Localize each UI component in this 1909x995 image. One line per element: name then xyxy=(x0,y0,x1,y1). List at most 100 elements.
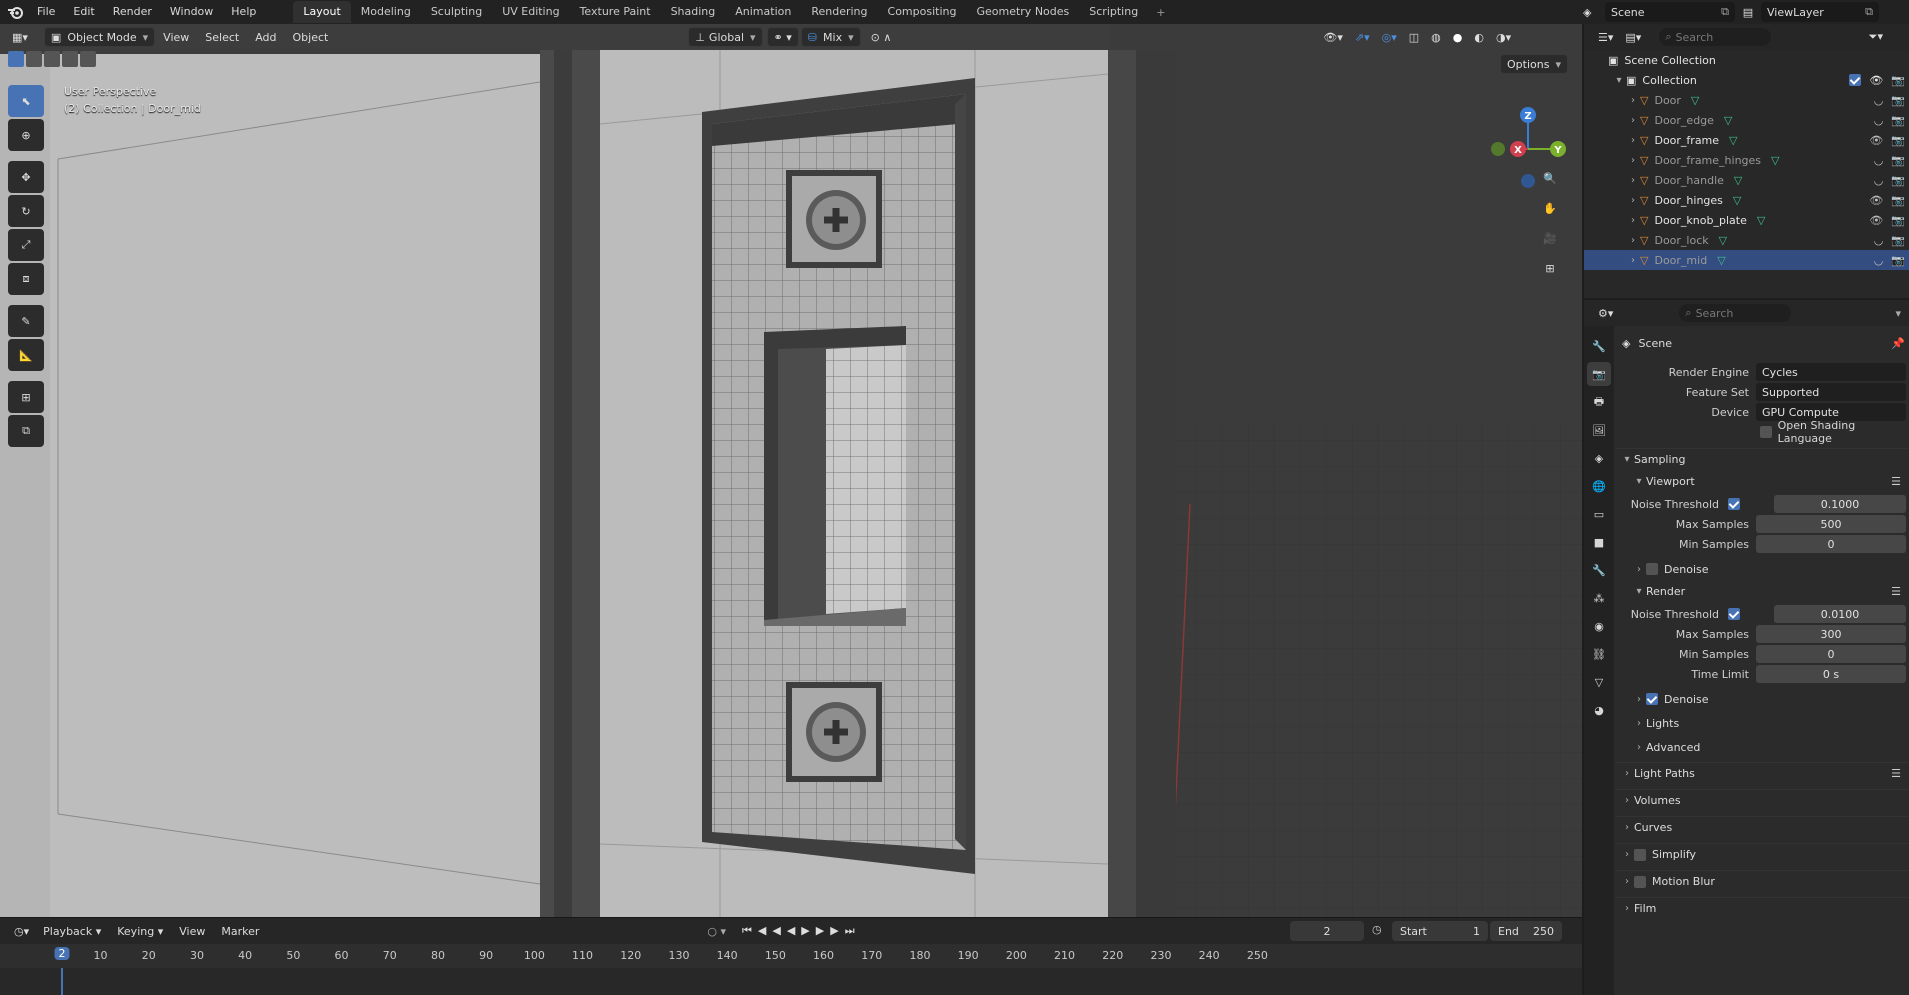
eye-icon[interactable]: 👁 xyxy=(1869,74,1883,87)
camera-icon[interactable]: 📷 xyxy=(1891,194,1905,207)
tool-tab-icon[interactable]: 🔧 xyxy=(1587,334,1611,358)
jump-start-icon[interactable]: ⏮ xyxy=(742,924,758,937)
outliner-item[interactable]: › ▽ Door_frame ▽ 👁 📷 xyxy=(1584,130,1909,150)
select-box-tool[interactable]: ⬉ xyxy=(8,85,44,117)
gizmo-neg-z[interactable] xyxy=(1521,174,1535,188)
lights-subpanel-header[interactable]: › Lights xyxy=(1616,712,1909,734)
blender-logo-icon[interactable] xyxy=(6,3,24,21)
properties-editor-icon[interactable]: ⚙▾ xyxy=(1592,303,1619,323)
proportional-edit-icon[interactable]: ⊙ ∧ xyxy=(865,27,898,47)
tab-sculpting[interactable]: Sculpting xyxy=(421,1,492,23)
particles-tab-icon[interactable]: ⁂ xyxy=(1587,586,1611,610)
eye-closed-icon[interactable]: ◡ xyxy=(1874,174,1884,187)
select-new-icon[interactable] xyxy=(8,51,24,67)
collection-tab-icon[interactable]: ▭ xyxy=(1587,502,1611,526)
viewport-noise-threshold-checkbox[interactable] xyxy=(1728,498,1740,510)
select-subtract-icon[interactable] xyxy=(44,51,60,67)
motion-blur-panel-header[interactable]: › Motion Blur xyxy=(1616,870,1909,892)
display-mode-icon[interactable]: ▤▾ xyxy=(1619,27,1647,47)
outliner-editor-icon[interactable]: ☰▾ xyxy=(1592,27,1619,47)
render-noise-threshold-field[interactable]: 0.0100 xyxy=(1774,605,1906,623)
menu-edit[interactable]: Edit xyxy=(64,0,103,24)
transform-tool[interactable]: ⧈ xyxy=(8,263,44,295)
presets-list-icon[interactable]: ☰ xyxy=(1891,475,1901,488)
tab-texture-paint[interactable]: Texture Paint xyxy=(570,1,661,23)
outliner-item[interactable]: › ▽ Door_frame_hinges ▽ ◡ 📷 xyxy=(1584,150,1909,170)
copy-view-layer-icon[interactable]: ⧉ xyxy=(1865,5,1873,19)
viewport-denoise-header[interactable]: › Denoise xyxy=(1616,558,1909,580)
menu-render[interactable]: Render xyxy=(104,0,161,24)
camera-icon[interactable]: 📷 xyxy=(1891,254,1905,267)
camera-icon[interactable]: 📷 xyxy=(1891,74,1905,87)
ortho-grid-icon[interactable]: ⊞ xyxy=(1538,256,1562,280)
outliner-item[interactable]: › ▽ Door_lock ▽ ◡ 📷 xyxy=(1584,230,1909,250)
chevron-right-icon[interactable]: › xyxy=(1626,255,1640,266)
camera-view-icon[interactable]: 🎥 xyxy=(1538,226,1562,250)
tab-modeling[interactable]: Modeling xyxy=(351,1,421,23)
camera-icon[interactable]: 📷 xyxy=(1891,94,1905,107)
chevron-right-icon[interactable]: › xyxy=(1626,215,1640,226)
render-engine-dropdown[interactable]: Cycles xyxy=(1756,363,1906,381)
viewport-subpanel-header[interactable]: ▾ Viewport ☰ xyxy=(1616,470,1909,492)
menu-view[interactable]: View xyxy=(155,31,197,44)
render-noise-threshold-checkbox[interactable] xyxy=(1728,608,1740,620)
overlay-toggle-icon[interactable]: ◎▾ xyxy=(1376,27,1403,47)
annotate-tool[interactable]: ✎ xyxy=(8,305,44,337)
scene-icon[interactable]: ◈ xyxy=(1583,6,1605,19)
timeline-body[interactable] xyxy=(0,968,1582,995)
tab-animation[interactable]: Animation xyxy=(725,1,801,23)
render-min-samples-field[interactable]: 0 xyxy=(1756,645,1906,663)
options-dropdown[interactable]: Options ▾ xyxy=(1500,54,1568,74)
chevron-right-icon[interactable]: › xyxy=(1626,95,1640,106)
tab-rendering[interactable]: Rendering xyxy=(801,1,877,23)
viewport-denoise-checkbox[interactable] xyxy=(1646,563,1658,575)
shading-material-icon[interactable]: ◐ xyxy=(1468,27,1490,47)
camera-icon[interactable]: 📷 xyxy=(1891,154,1905,167)
visibility-icon[interactable]: 👁▾ xyxy=(1317,27,1349,47)
tab-geometry-nodes[interactable]: Geometry Nodes xyxy=(966,1,1079,23)
outliner-item[interactable]: › ▽ Door_knob_plate ▽ 👁 📷 xyxy=(1584,210,1909,230)
presets-list-icon[interactable]: ☰ xyxy=(1891,767,1901,780)
rotate-tool[interactable]: ↻ xyxy=(8,195,44,227)
chevron-right-icon[interactable]: › xyxy=(1626,155,1640,166)
play-icon[interactable]: ▶ xyxy=(801,924,815,937)
menu-playback[interactable]: Playback ▾ xyxy=(35,925,109,938)
view-layer-tab-icon[interactable]: 🖼 xyxy=(1587,418,1611,442)
tab-compositing[interactable]: Compositing xyxy=(878,1,967,23)
editor-type-icon[interactable]: ▦▾ xyxy=(6,27,34,47)
camera-icon[interactable]: 📷 xyxy=(1891,234,1905,247)
add-primitive-tool[interactable]: ⧉ xyxy=(8,415,44,447)
select-extend-icon[interactable] xyxy=(26,51,42,67)
chevron-right-icon[interactable]: › xyxy=(1626,195,1640,206)
scene-name-field[interactable]: Scene ⧉ xyxy=(1605,2,1735,22)
output-tab-icon[interactable]: 🖶 xyxy=(1587,390,1611,414)
shading-rendered-icon[interactable]: ◑▾ xyxy=(1490,27,1517,47)
jump-end-icon[interactable]: ⏭ xyxy=(845,924,861,937)
simplify-checkbox[interactable] xyxy=(1634,848,1646,861)
render-denoise-checkbox[interactable] xyxy=(1646,693,1658,705)
copy-scene-icon[interactable]: ⧉ xyxy=(1721,5,1729,19)
tab-uv-editing[interactable]: UV Editing xyxy=(492,1,569,23)
filter-icon[interactable]: ⏷▾ xyxy=(1869,30,1883,44)
viewport-max-samples-field[interactable]: 500 xyxy=(1756,515,1906,533)
render-subpanel-header[interactable]: ▾ Render ☰ xyxy=(1616,580,1909,602)
osl-checkbox[interactable] xyxy=(1760,426,1772,438)
camera-icon[interactable]: 📷 xyxy=(1891,134,1905,147)
outliner-search-input[interactable]: ⌕ Search xyxy=(1659,28,1772,46)
eye-icon[interactable]: 👁 xyxy=(1869,214,1883,227)
menu-add[interactable]: Add xyxy=(247,31,284,44)
gizmo-toggle-icon[interactable]: ⇗▾ xyxy=(1349,27,1376,47)
feature-set-dropdown[interactable]: Supported xyxy=(1756,383,1906,401)
clock-icon[interactable]: ◷ xyxy=(1372,923,1382,936)
scene-collection-row[interactable]: ▣ Scene Collection xyxy=(1584,50,1909,70)
eye-closed-icon[interactable]: ◡ xyxy=(1874,254,1884,267)
volumes-panel-header[interactable]: › Volumes xyxy=(1616,789,1909,811)
constraints-tab-icon[interactable]: ⛓ xyxy=(1587,642,1611,666)
menu-select[interactable]: Select xyxy=(197,31,247,44)
pivot-dropdown[interactable]: ⚭ ▾ xyxy=(766,27,799,47)
outliner-item[interactable]: › ▽ Door_edge ▽ ◡ 📷 xyxy=(1584,110,1909,130)
outliner-item[interactable]: › ▽ Door ▽ ◡ 📷 xyxy=(1584,90,1909,110)
chevron-down-icon[interactable]: ▾ xyxy=(1895,307,1901,320)
osl-checkbox-group[interactable]: Open Shading Language xyxy=(1760,419,1909,445)
menu-object[interactable]: Object xyxy=(285,31,337,44)
